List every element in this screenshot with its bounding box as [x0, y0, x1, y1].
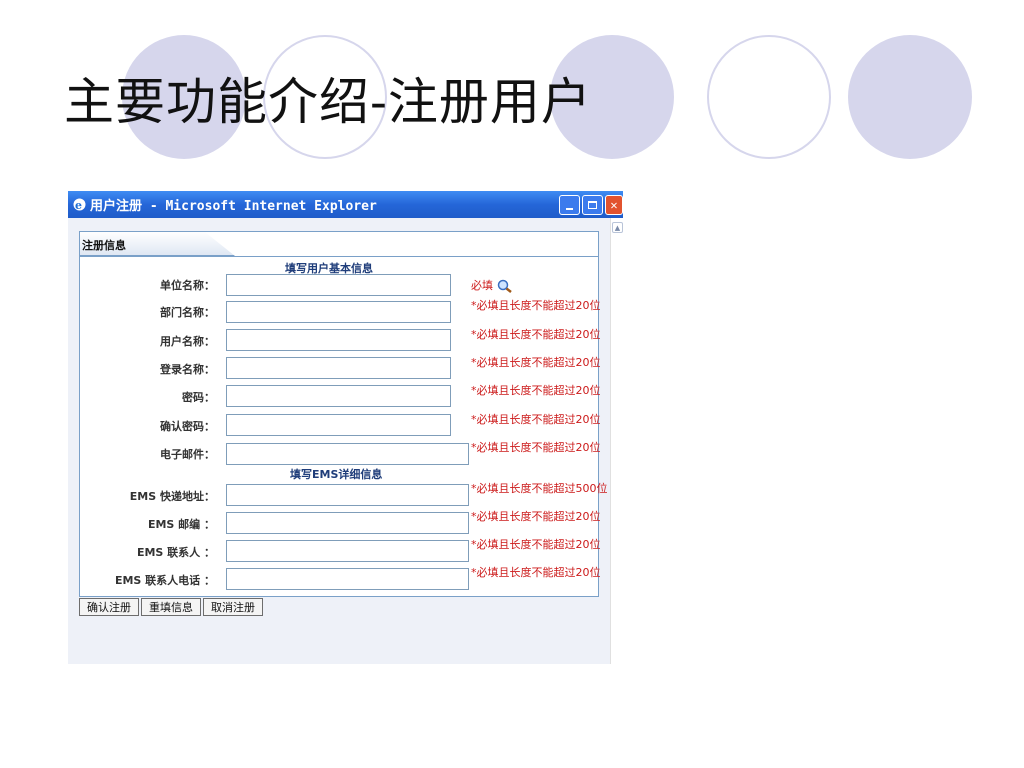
field-label: 用户名称：: [160, 335, 215, 348]
panel-divider: [80, 256, 598, 257]
ie-icon: e: [73, 198, 86, 212]
field-label: EMS 快递地址：: [129, 490, 215, 503]
minimize-icon: [566, 208, 573, 210]
browser-window: e 用户注册 - Microsoft Internet Explorer ✕ 注…: [68, 191, 623, 664]
field-note: *必填且长度不能超过20位: [471, 328, 601, 341]
svg-text:e: e: [75, 199, 82, 212]
ems-address-input[interactable]: [226, 484, 469, 506]
department-name-input[interactable]: [226, 301, 451, 323]
field-note: *必填且长度不能超过20位: [471, 566, 601, 579]
field-note: *必填且长度不能超过20位: [471, 441, 601, 454]
panel-tab: 注册信息: [80, 232, 235, 256]
ems-postcode-input[interactable]: [226, 512, 469, 534]
field-label: 登录名称：: [160, 363, 215, 376]
slide-title: 主要功能介绍-注册用户: [64, 73, 592, 131]
field-note: 必填: [471, 279, 611, 293]
field-label: 电子邮件：: [160, 448, 215, 461]
minimize-button[interactable]: [559, 195, 580, 215]
field-note: *必填且长度不能超过20位: [471, 538, 601, 551]
vertical-scrollbar[interactable]: ▲: [610, 218, 623, 664]
field-label: EMS 联系人 ：: [136, 546, 215, 559]
close-button[interactable]: ✕: [605, 195, 623, 215]
maximize-icon: [588, 201, 597, 209]
company-name-input[interactable]: [226, 274, 451, 296]
field-label: EMS 联系人电话 ：: [114, 574, 215, 587]
registration-panel: 注册信息 填写用户基本信息 单位名称： 必填 部门名称： *必填且长度不能超过2…: [79, 231, 608, 597]
scroll-up-icon[interactable]: ▲: [612, 222, 623, 233]
magnifier-icon[interactable]: [497, 279, 513, 293]
password-input[interactable]: [226, 385, 451, 407]
user-name-input[interactable]: [226, 329, 451, 351]
decor-circle-5: [848, 35, 972, 159]
field-note: *必填且长度不能超过20位: [471, 510, 601, 523]
field-label: 确认密码：: [160, 420, 215, 433]
login-name-input[interactable]: [226, 357, 451, 379]
close-icon: ✕: [610, 198, 618, 212]
window-title: 用户注册 - Microsoft Internet Explorer: [90, 199, 377, 214]
field-note: *必填且长度不能超过20位: [471, 356, 601, 369]
field-label: 密码：: [182, 391, 215, 404]
confirm-register-button[interactable]: 确认注册: [79, 598, 139, 616]
confirm-password-input[interactable]: [226, 414, 451, 436]
maximize-button[interactable]: [582, 195, 603, 215]
field-note: *必填且长度不能超过500位: [471, 482, 608, 495]
window-titlebar[interactable]: e 用户注册 - Microsoft Internet Explorer ✕: [68, 191, 623, 218]
field-note: *必填且长度不能超过20位: [471, 413, 601, 426]
section-ems-heading: 填写EMS详细信息: [290, 468, 383, 481]
field-label: EMS 邮编 ：: [147, 518, 215, 531]
email-input[interactable]: [226, 443, 469, 465]
field-label: 单位名称：: [160, 279, 215, 292]
page-content: 注册信息 填写用户基本信息 单位名称： 必填 部门名称： *必填且长度不能超过2…: [68, 218, 610, 664]
field-note: *必填且长度不能超过20位: [471, 299, 601, 312]
cancel-register-button[interactable]: 取消注册: [203, 598, 263, 616]
ems-phone-input[interactable]: [226, 568, 469, 590]
reset-form-button[interactable]: 重填信息: [141, 598, 201, 616]
field-note-text: 必填: [471, 279, 493, 292]
field-label: 部门名称：: [160, 306, 215, 319]
decor-circle-4: [707, 35, 831, 159]
ems-contact-input[interactable]: [226, 540, 469, 562]
field-note: *必填且长度不能超过20位: [471, 384, 601, 397]
form-button-row: 确认注册 重填信息 取消注册: [79, 598, 263, 616]
